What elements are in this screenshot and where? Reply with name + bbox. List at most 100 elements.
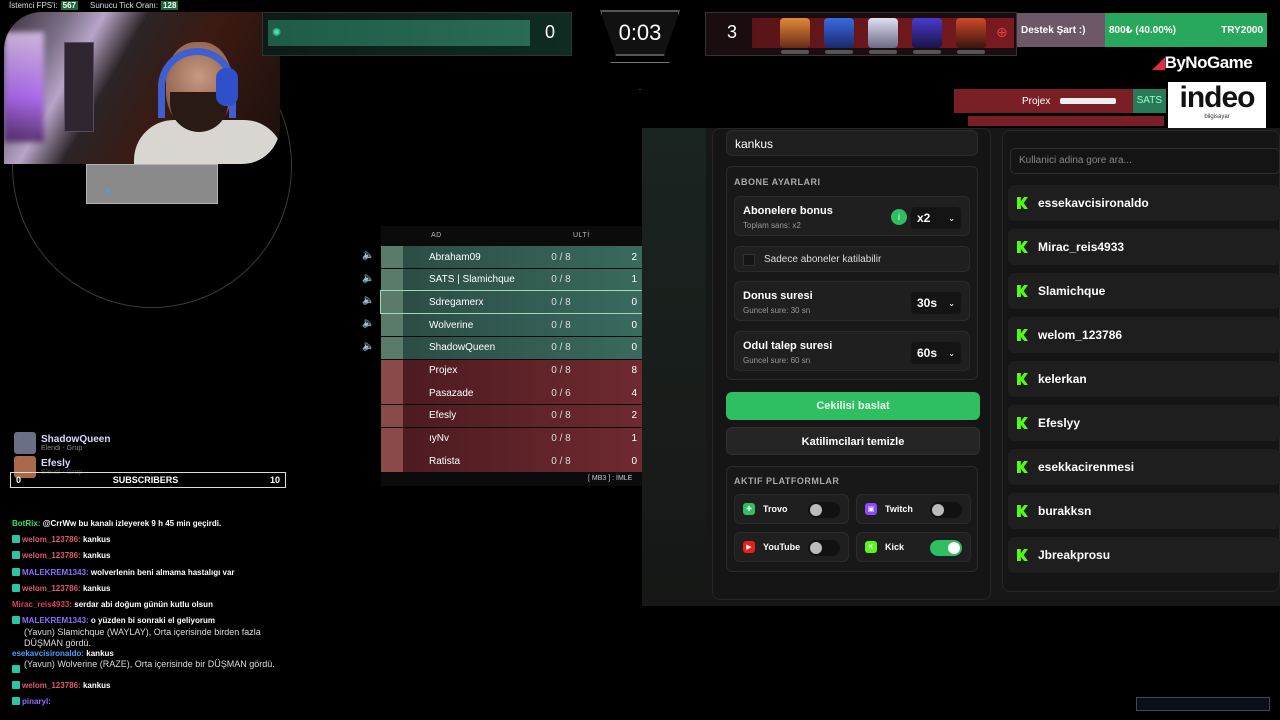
pc-light	[4, 32, 44, 142]
participant-item[interactable]: kelerkan	[1008, 361, 1280, 397]
elimination-toast: ShadowQueen Elendi - Grup	[14, 432, 110, 454]
chat-text: wolverlenin beni almama hastalıgı var	[90, 567, 235, 577]
kick-icon	[1017, 549, 1028, 561]
ult-points: 0 / 8	[551, 433, 571, 445]
platform-toggle[interactable]	[808, 502, 840, 518]
platform-toggle[interactable]	[930, 540, 962, 556]
kick-icon	[1017, 461, 1028, 473]
subscriber-goal: 0 SUBSCRIBERS 10	[10, 472, 286, 488]
agent-ult-bar	[825, 50, 853, 54]
chat-message: welom_123786: kankus	[12, 532, 302, 548]
clear-participants-button[interactable]: Katilimcilari temizle	[726, 427, 980, 455]
kills: 8	[631, 365, 637, 376]
player-name: Wolverine	[429, 319, 474, 331]
platform-name: Kick	[885, 542, 905, 552]
subs-only-row[interactable]: Sadece aboneler katilabilir	[734, 246, 970, 272]
donation-label: Destek Şart :)	[1017, 13, 1105, 47]
participant-item[interactable]: Jbreakprosu	[1008, 537, 1280, 573]
claim-select[interactable]: 60s ⌄	[911, 342, 961, 364]
kick-badge-icon	[12, 551, 20, 560]
speaker-icon[interactable]: 🔈	[362, 341, 374, 352]
chat-username: MALEKREM1343:	[22, 567, 89, 577]
player-name: SATS | Slamichque	[429, 274, 515, 286]
start-giveaway-button[interactable]: Cekilisi baslat	[726, 392, 980, 420]
chat-message: MALEKREM1343: wolverlenin beni almama ha…	[12, 565, 302, 581]
sub-settings-title: ABONE AYARLARI	[734, 177, 821, 187]
donation-goal-amount: TRY2000	[1221, 24, 1263, 36]
subs-only-label: Sadece aboneler katilabilir	[764, 254, 882, 265]
agent-portrait	[780, 18, 810, 48]
scoreboard-row: Projex 0 / 8 8	[381, 359, 643, 382]
claim-value: 60s	[917, 346, 938, 360]
participant-name: burakksn	[1038, 504, 1092, 518]
platforms-title: AKTIF PLATFORMLAR	[734, 476, 840, 486]
participant-item[interactable]: Mirac_reis4933	[1008, 229, 1280, 265]
participant-item[interactable]: esekkacirenmesi	[1008, 449, 1280, 485]
player-name: ShadowQueen	[429, 342, 496, 354]
chat-username: welom_123786:	[22, 583, 81, 593]
round-chevron-icon	[610, 62, 670, 90]
sub-bonus-sub: Toplam sans: x2	[743, 221, 801, 230]
chat-username: MALEKREM1343:	[22, 616, 89, 626]
info-icon[interactable]: i	[891, 209, 907, 225]
speaker-icon[interactable]: 🔈	[362, 250, 374, 261]
spin-value: 30s	[917, 296, 938, 310]
agent-avatar	[381, 450, 403, 473]
speaker-icon[interactable]: 🔈	[362, 318, 374, 329]
participant-item[interactable]: burakksn	[1008, 493, 1280, 529]
toast-text: ShadowQueen Elendi - Grup	[41, 434, 110, 452]
kills: 1	[631, 274, 637, 286]
chat-message: Mirac_reis4933: serdar abi doğum günün k…	[12, 597, 302, 613]
kick-icon	[1017, 241, 1028, 253]
kick-badge-icon	[12, 680, 20, 689]
chat-text: kankus	[82, 551, 111, 561]
keyword-input[interactable]: kankus	[726, 130, 978, 156]
kills: 0	[631, 319, 637, 331]
subs-target: 10	[269, 475, 280, 485]
sub-bonus-select[interactable]: x2 ⌄	[911, 207, 961, 229]
toast-sub: Elendi - Grup	[41, 445, 83, 452]
agent-avatar	[381, 268, 403, 291]
spin-label: Donus suresi	[743, 290, 813, 302]
agent-avatar	[14, 432, 36, 454]
spin-select[interactable]: 30s ⌄	[911, 292, 961, 314]
player-name: Projex	[429, 365, 458, 376]
scoreboard-row: Efesly 0 / 8 2	[381, 404, 643, 427]
chat-text: @CrrWw bu kanalı izleyerek 9 h 45 min ge…	[42, 519, 222, 528]
kick-icon	[1017, 329, 1028, 341]
agent-portrait	[912, 18, 942, 48]
chat-username: welom_123786:	[22, 551, 81, 561]
game-event-message: (Yavun) Slamichque (WAYLAY), Orta içeris…	[24, 627, 261, 648]
participant-item[interactable]: essekavcisironaldo	[1008, 185, 1280, 221]
kick-icon	[1017, 373, 1028, 385]
claim-sub: Guncel sure: 60 sn	[743, 356, 811, 365]
kick-badge-icon	[12, 583, 20, 592]
client-fps: İstemci FPS'i: 567	[6, 0, 82, 11]
spin-duration-row: Donus suresi Guncel sure: 30 sn 30s ⌄	[734, 281, 970, 321]
participant-name: Mirac_reis4933	[1038, 240, 1125, 254]
participant-item[interactable]: welom_123786	[1008, 317, 1280, 353]
agent-avatar	[381, 382, 403, 405]
chat-message: welom_123786: kankus	[12, 581, 302, 597]
indeo-sub: bilgisayar	[1204, 114, 1230, 120]
ult-points: 0 / 8	[551, 274, 571, 286]
chat-message: welom_123786: kankus	[12, 548, 302, 564]
ult-points: 0 / 8	[551, 251, 571, 263]
toggle-knob	[948, 542, 960, 554]
speaker-icon[interactable]: 🔈	[362, 273, 374, 284]
participant-search-input[interactable]: Kullanici adina gore ara...	[1010, 148, 1280, 174]
agent-portrait	[824, 18, 854, 48]
platform-toggle[interactable]	[808, 540, 840, 556]
chat-text: kankus	[82, 680, 111, 690]
participant-item[interactable]: Efeslyy	[1008, 405, 1280, 441]
platform-name: YouTube	[763, 542, 801, 552]
round-timer: 0:03	[618, 20, 662, 45]
subs-only-checkbox[interactable]	[743, 254, 755, 266]
stream-overlay: İstemci FPS'i: 567 Sunucu Tick Oranı: 128 …	[0, 0, 1280, 720]
sub-bonus-label: Abonelere bonus	[743, 205, 833, 217]
speaker-icon[interactable]: 🔈	[362, 295, 374, 306]
chat-text: o yüzden bi sonraki el geliyorum	[90, 616, 215, 626]
participant-item[interactable]: Slamichque	[1008, 273, 1280, 309]
platform-toggle[interactable]	[930, 502, 962, 518]
kills: 0	[631, 296, 637, 308]
